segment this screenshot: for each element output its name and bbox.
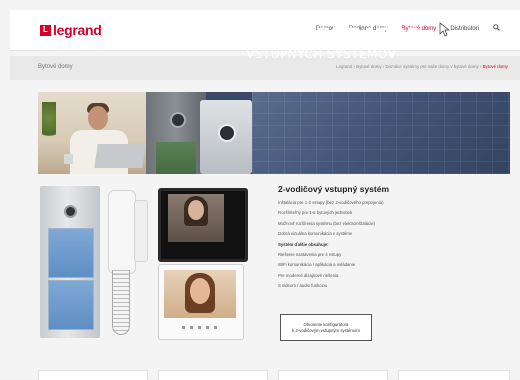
logo-text: legrand (53, 22, 102, 38)
plant-decoration (42, 102, 56, 142)
feature-item-heading: Systém ďalšie obsahuje: (278, 241, 329, 247)
breadcrumb: Legrand › Bytové domy › Domáce systémy p… (336, 64, 508, 69)
cta-line-2: k 2-vodičovým vstupným systémom (292, 328, 360, 333)
page: L legrand Domov Rodinné domy Bytové domy… (0, 0, 520, 380)
feature-item: Inštalácia pre 1-2 vstupy (bez 2-vodičov… (278, 200, 384, 205)
camera-lens (64, 205, 77, 218)
woman-face (188, 200, 204, 220)
search-icon[interactable] (493, 24, 500, 33)
woman-face (190, 278, 210, 304)
feature-item: Dobrá vizuálna komunikácia v systéme (278, 231, 353, 237)
camera-lens (218, 124, 236, 142)
nav-item-distributori[interactable]: Distribútori (450, 26, 479, 32)
breadcrumb-current: Bytové domy (482, 64, 508, 69)
open-configurator-button[interactable]: Otvorenie konfigurátora k 2-vodičovým vs… (280, 314, 372, 341)
feature-item: Možnosť rozšírenia systému (bez elektroi… (278, 220, 375, 226)
legrand-logo[interactable]: L legrand (40, 22, 102, 38)
building-windows (252, 92, 510, 174)
feature-list: Inštalácia pre 1-2 vstupy (bez 2-vodičov… (278, 198, 384, 292)
breadcrumb-path[interactable]: Legrand › Bytové domy › Domáce systémy p… (336, 64, 481, 69)
mug (64, 154, 73, 164)
feature-item: Rozšíriteľný pre 1-6 bytových jednotiek (278, 210, 353, 216)
feature-item: S videom / audio funkciou (278, 283, 328, 289)
monitor-buttons (182, 326, 222, 329)
intercom-handset-product (108, 190, 136, 274)
camera-lens (170, 112, 186, 128)
feature-item: Pre moderné dizajnové riešenia (278, 272, 339, 278)
name-button-block (48, 280, 94, 330)
cursor-click-icon (436, 20, 451, 37)
name-button-block (48, 228, 94, 278)
handset-keys (134, 200, 148, 262)
panel-green-section (156, 142, 196, 174)
page-title: Bytové domy (38, 64, 73, 70)
logo-mark: L (40, 24, 51, 36)
feature-item: WiFi komunikácia / aplikácia a ovládanie (278, 262, 356, 268)
system-title: 2-vodičový vstupný systém (278, 184, 390, 194)
configurator-banner[interactable] (38, 92, 510, 174)
handset-cord (112, 270, 130, 335)
banner-title: KONFIGURÁTOR (246, 24, 422, 46)
laptop (94, 144, 146, 168)
man-head (88, 106, 108, 130)
banner-subtitle: VSTUPNÝCH SYSTÉMOV (246, 47, 397, 61)
feature-item: Riešenie nastavenia pre 4 vstupy (278, 252, 342, 258)
